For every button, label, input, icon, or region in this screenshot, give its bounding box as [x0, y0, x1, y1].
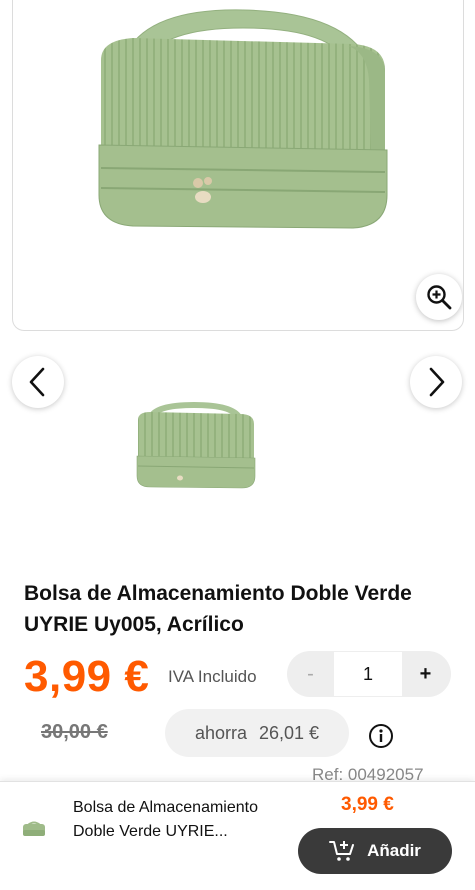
sticky-product-title: Bolsa de Almacenamiento Doble Verde UYRI… [73, 799, 258, 840]
savings-badge: ahorra 26,01 € [165, 709, 349, 757]
product-main-image-card[interactable] [12, 0, 464, 331]
product-main-image [98, 9, 388, 229]
cart-plus-icon [329, 841, 355, 861]
savings-amount: 26,01 € [258, 722, 320, 743]
sticky-add-to-cart-bar: Bolsa de Almacenamiento Doble Verde UYRI… [0, 781, 475, 890]
sticky-product-thumbnail [23, 821, 45, 836]
chevron-left-icon [29, 367, 45, 397]
add-to-cart-button[interactable]: Añadir [298, 828, 452, 874]
quantity-input[interactable] [334, 652, 402, 696]
old-price: 30,00 € [41, 721, 108, 743]
tax-label: IVA Incluido [168, 667, 257, 686]
chevron-right-icon [429, 367, 445, 397]
sticky-product-price: 3,99 € [341, 794, 394, 815]
quantity-increase-button[interactable]: + [402, 651, 449, 697]
zoom-in-icon [427, 285, 452, 310]
add-to-cart-label: Añadir [367, 841, 421, 860]
savings-label: ahorra [194, 722, 247, 743]
product-title: Bolsa de Almacenamiento Doble Verde UYRI… [24, 582, 412, 636]
carousel-next-button[interactable] [410, 356, 462, 408]
info-icon[interactable] [368, 723, 394, 749]
quantity-stepper: - + [287, 651, 451, 697]
product-thumbnail[interactable] [130, 398, 262, 498]
zoom-button[interactable] [416, 274, 462, 320]
carousel-prev-button[interactable] [12, 356, 64, 408]
quantity-decrease-button[interactable]: - [287, 651, 334, 697]
current-price: 3,99 € [24, 652, 150, 701]
